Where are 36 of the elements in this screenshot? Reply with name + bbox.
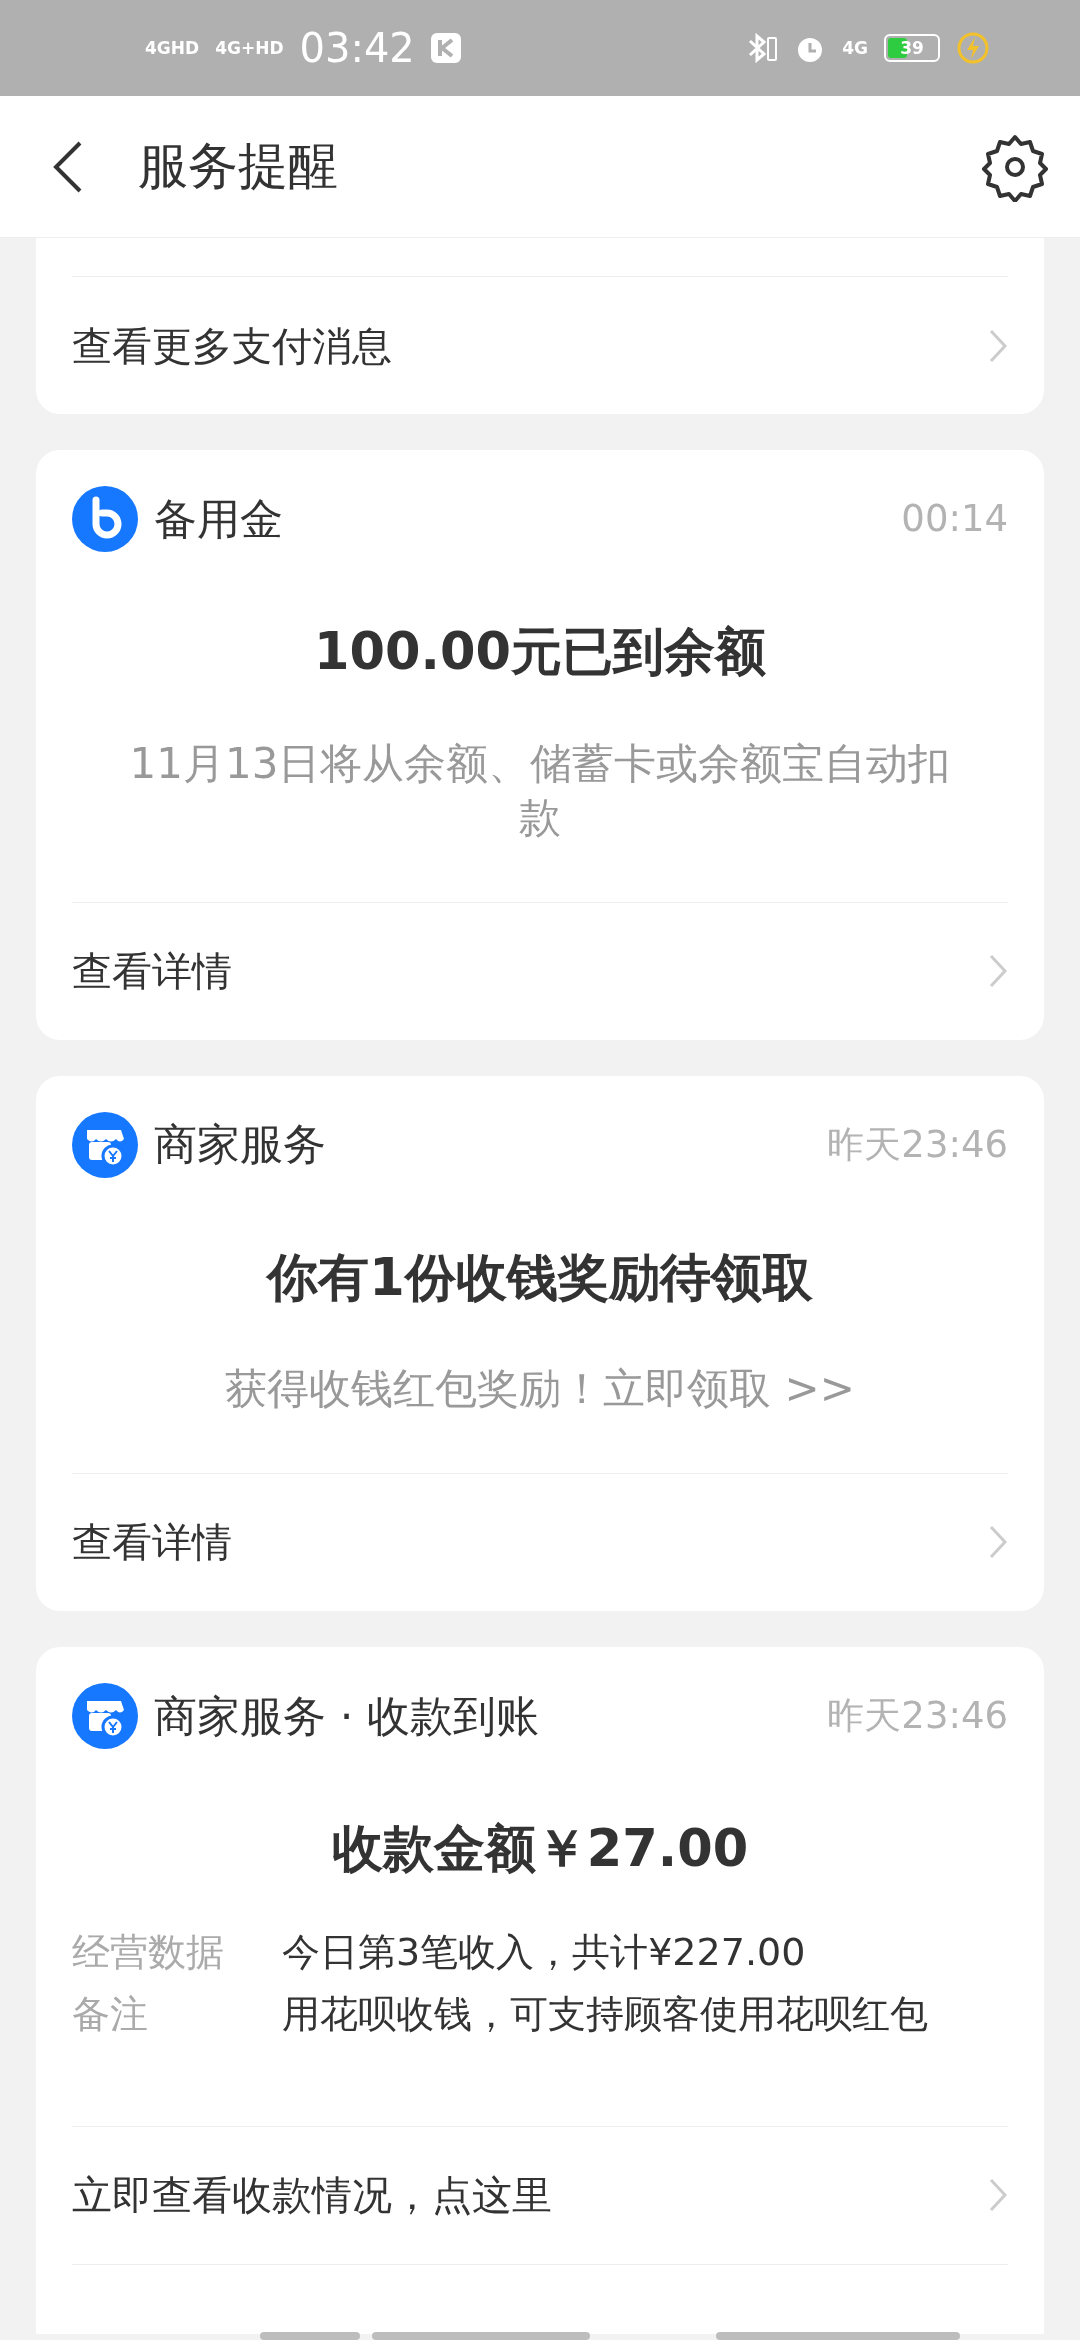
- charging-icon: [956, 31, 990, 65]
- detail-link-row[interactable]: 查看详情: [72, 901, 1008, 1040]
- detail-value: 今日第3笔收入，共计¥227.00: [282, 1929, 806, 1977]
- b-logo-icon: [72, 486, 138, 552]
- gesture-bar[interactable]: [260, 2332, 360, 2340]
- detail-link-row[interactable]: 立即查看收款情况，点这里: [72, 2125, 1008, 2264]
- status-time: 03:42: [299, 24, 415, 73]
- chevron-icon: [988, 953, 1008, 990]
- chevron-icon: [988, 1524, 1008, 1561]
- message-subtitle: 获得收钱红包奖励！立即领取 >>: [224, 1363, 856, 1416]
- detail-link-row[interactable]: 查看更多支付消息: [72, 276, 1008, 414]
- gesture-bar[interactable]: [716, 2332, 960, 2340]
- detail-label: 经营数据: [72, 1929, 225, 1977]
- data-network-label: 4G: [842, 39, 868, 57]
- message-subtitle: 11月13日将从余额、储蓄卡或余额宝自动扣款: [128, 737, 952, 845]
- chevron-icon: [988, 2177, 1008, 2214]
- message-headline: 100.00元已到余额: [313, 621, 767, 683]
- message-time: 00:14: [901, 496, 1008, 543]
- detail-link-row[interactable]: 查看详情: [72, 1472, 1008, 1611]
- k-app-icon: [430, 33, 461, 63]
- shop-icon: [72, 1111, 138, 1178]
- message-time: 昨天23:46: [827, 1121, 1008, 1168]
- app-name: 备用金: [154, 492, 283, 546]
- chevron-icon: [988, 327, 1008, 364]
- detail-label: 备注: [72, 1990, 149, 2038]
- network-label: 4GHD: [145, 39, 200, 57]
- app-name: 商家服务: [154, 1118, 326, 1172]
- app-name: 商家服务 · 收款到账: [154, 1689, 539, 1743]
- network-label: 4G+HD: [215, 39, 284, 57]
- message-time: 昨天23:46: [827, 1693, 1008, 1740]
- page-title: 服务提醒: [138, 136, 338, 197]
- detail-value: 用花呗收钱，可支持顾客使用花呗红包: [282, 1990, 928, 2038]
- message-headline: 你有1份收钱奖励待领取: [264, 1246, 814, 1309]
- message-headline: 收款金额￥27.00: [330, 1817, 750, 1880]
- gesture-bar[interactable]: [372, 2332, 590, 2340]
- shop-icon: [72, 1682, 138, 1749]
